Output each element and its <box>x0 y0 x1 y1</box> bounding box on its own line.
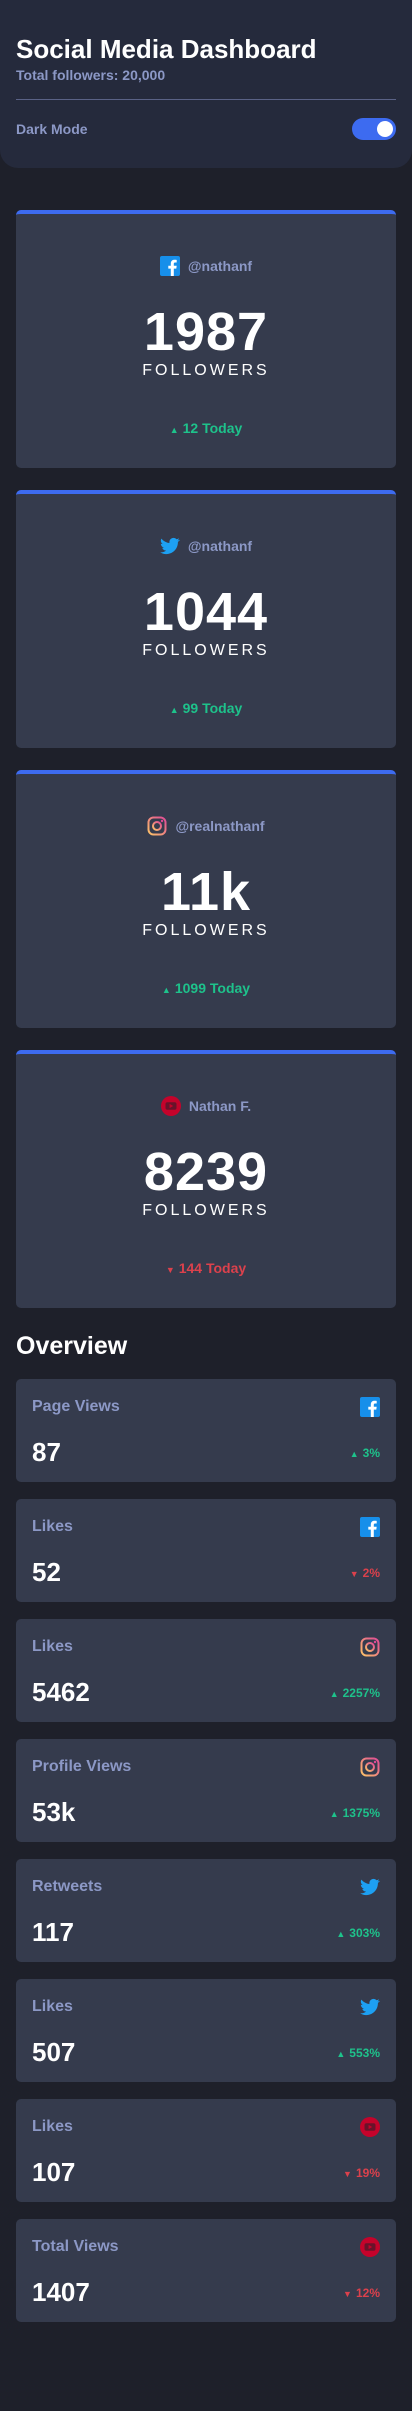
down-arrow-icon: ▼ <box>343 2288 352 2299</box>
stat-value: 5462 <box>32 1677 90 1707</box>
follower-card-facebook[interactable]: @nathanf 1987 FOLLOWERS ▲ 12 Today <box>16 210 396 468</box>
up-arrow-icon: ▲ <box>336 2048 346 2059</box>
instagram-icon <box>147 816 167 836</box>
stat-card-twitter-retweets[interactable]: Retweets 117 ▲ 303% <box>16 1859 396 1962</box>
page-title: Social Media Dashboard <box>16 34 317 64</box>
down-arrow-icon: ▼ <box>343 2168 352 2179</box>
facebook-icon <box>360 1397 380 1417</box>
today-change: ▲ 12 Today <box>169 420 243 436</box>
header-divider <box>16 99 396 100</box>
stat-label: Total Views <box>32 2238 119 2255</box>
stat-value: 507 <box>32 2037 76 2067</box>
youtube-icon <box>360 2237 380 2257</box>
down-arrow-icon: ▼ <box>349 1568 359 1579</box>
youtube-icon <box>360 2117 380 2137</box>
up-arrow-icon: ▲ <box>329 1808 339 1819</box>
card-handle: @realnathanf <box>175 818 265 834</box>
card-handle: Nathan F. <box>188 1098 252 1114</box>
dark-mode-label: Dark Mode <box>16 121 88 137</box>
up-arrow-icon: ▲ <box>169 425 179 435</box>
follower-cards: @nathanf 1987 FOLLOWERS ▲ 12 Today @natha… <box>0 210 412 1308</box>
dark-mode-row: Dark Mode <box>16 118 396 140</box>
dashboard-header: Social Media Dashboard Total followers: … <box>0 0 412 168</box>
followers-label: FOLLOWERS <box>142 922 270 939</box>
stat-label: Likes <box>32 1998 73 2015</box>
stat-change: ▲ 303% <box>336 1925 380 1940</box>
stat-label: Retweets <box>32 1878 103 1895</box>
follower-count: 8239 <box>143 1142 269 1202</box>
today-change: ▲ 1099 Today <box>161 980 251 996</box>
overview-grid: Page Views 87 ▲ 3% Likes 52 ▼ 2% Likes 546… <box>0 1379 412 2322</box>
total-followers: Total followers: 20,000 <box>16 67 166 83</box>
instagram-icon <box>360 1757 380 1777</box>
stat-label: Profile Views <box>32 1758 132 1775</box>
follower-card-instagram[interactable]: @realnathanf 11k FOLLOWERS ▲ 1099 Today <box>16 770 396 1028</box>
stat-card-instagram-likes[interactable]: Likes 5462 ▲ 2257% <box>16 1619 396 1722</box>
follower-count: 11k <box>160 862 252 922</box>
down-arrow-icon: ▼ <box>165 1265 175 1275</box>
twitter-icon <box>159 536 180 556</box>
stat-change: ▼ 12% <box>343 2285 380 2300</box>
up-arrow-icon: ▲ <box>329 1688 339 1699</box>
today-change: ▼ 144 Today <box>165 1260 247 1276</box>
stat-card-youtube-likes[interactable]: Likes 107 ▼ 19% <box>16 2099 396 2202</box>
overview-title: Overview <box>16 1332 128 1360</box>
stat-change: ▲ 3% <box>349 1445 380 1460</box>
stat-change: ▼ 19% <box>343 2165 380 2180</box>
follower-card-twitter[interactable]: @nathanf 1044 FOLLOWERS ▲ 99 Today <box>16 490 396 748</box>
stat-value: 87 <box>32 1437 61 1467</box>
stat-change: ▼ 2% <box>349 1565 380 1580</box>
stat-label: Likes <box>32 1638 73 1655</box>
today-change: ▲ 99 Today <box>169 700 243 716</box>
stat-label: Likes <box>32 2118 73 2135</box>
twitter-icon <box>360 1877 380 1897</box>
stat-card-facebook-page-views[interactable]: Page Views 87 ▲ 3% <box>16 1379 396 1482</box>
youtube-icon <box>160 1096 181 1116</box>
facebook-icon <box>159 256 180 276</box>
stat-value: 1407 <box>32 2277 90 2307</box>
twitter-icon <box>360 1997 380 2017</box>
stat-value: 107 <box>32 2157 76 2187</box>
followers-label: FOLLOWERS <box>142 362 270 379</box>
followers-label: FOLLOWERS <box>142 1202 270 1219</box>
stat-label: Page Views <box>32 1398 120 1415</box>
follower-count: 1987 <box>143 302 269 362</box>
follower-count: 1044 <box>143 582 269 642</box>
stat-card-facebook-likes[interactable]: Likes 52 ▼ 2% <box>16 1499 396 1602</box>
stat-card-youtube-total-views[interactable]: Total Views 1407 ▼ 12% <box>16 2219 396 2322</box>
instagram-icon <box>360 1637 380 1657</box>
stat-card-instagram-profile-views[interactable]: Profile Views 53k ▲ 1375% <box>16 1739 396 1842</box>
stat-value: 117 <box>32 1917 74 1947</box>
toggle-knob <box>377 121 393 137</box>
stat-card-twitter-likes[interactable]: Likes 507 ▲ 553% <box>16 1979 396 2082</box>
up-arrow-icon: ▲ <box>336 1928 346 1939</box>
facebook-icon <box>360 1517 380 1537</box>
stat-change: ▲ 2257% <box>329 1685 380 1700</box>
card-handle: @nathanf <box>187 258 253 274</box>
up-arrow-icon: ▲ <box>349 1448 359 1459</box>
stat-value: 52 <box>32 1557 61 1587</box>
up-arrow-icon: ▲ <box>161 985 171 995</box>
up-arrow-icon: ▲ <box>169 705 179 715</box>
stat-value: 53k <box>32 1797 76 1827</box>
stat-change: ▲ 553% <box>336 2045 380 2060</box>
follower-card-youtube[interactable]: Nathan F. 8239 FOLLOWERS ▼ 144 Today <box>16 1050 396 1308</box>
stat-label: Likes <box>32 1518 73 1535</box>
dark-mode-toggle[interactable] <box>352 118 396 140</box>
stat-change: ▲ 1375% <box>329 1805 380 1820</box>
card-handle: @nathanf <box>187 538 253 554</box>
followers-label: FOLLOWERS <box>142 642 270 659</box>
